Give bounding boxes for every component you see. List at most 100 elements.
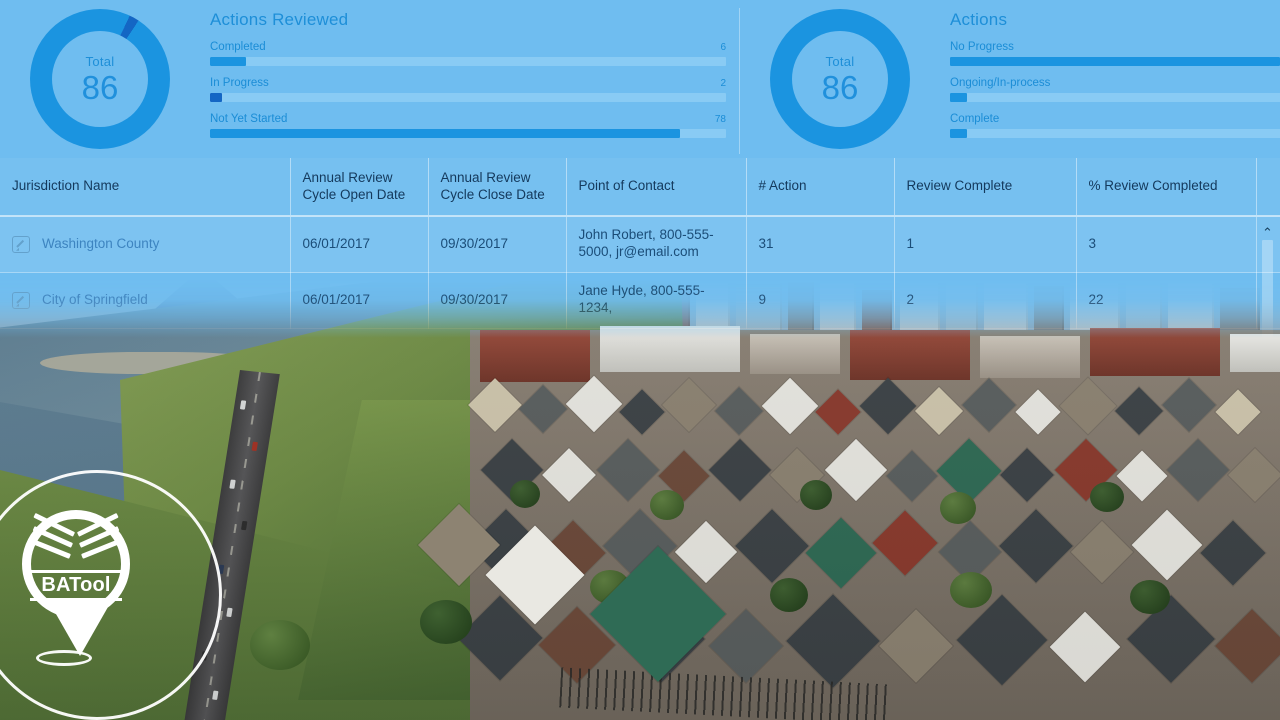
bar-head: Completed 6 [210, 41, 726, 53]
donut-total-label: Total [85, 54, 115, 69]
bar-head: Not Yet Started 78 [210, 113, 726, 125]
donut-total-label: Total [825, 54, 855, 69]
photo-roof [1131, 509, 1203, 581]
photo-tree [940, 492, 976, 524]
photo-roof [1070, 520, 1134, 584]
map-pin-tail [48, 600, 112, 656]
column-header-review-complete[interactable]: Review Complete [894, 158, 1077, 217]
cell-pct-completed: 3 [1076, 216, 1257, 273]
photo-roof [936, 438, 1002, 504]
photo-tree [1130, 580, 1170, 614]
kpi-body: Actions Reviewed Completed 6 In Progress [200, 0, 740, 149]
jurisdiction-table: Jurisdiction Name Annual Review Cycle Op… [0, 158, 1280, 329]
donut-chart-actions: Total 86 [740, 0, 940, 158]
table-header-row: Jurisdiction Name Annual Review Cycle Op… [0, 158, 1280, 217]
photo-roof [886, 450, 938, 502]
photo-roof [1215, 609, 1280, 683]
bar-label: Ongoing/In-process [950, 77, 1051, 89]
photo-roof [518, 384, 568, 434]
bar-value: 2 [720, 78, 726, 89]
logo-pin-base [36, 650, 92, 666]
bar-row-not-yet-started: Not Yet Started 78 [210, 113, 726, 138]
table-row[interactable]: City of Springfield 06/01/2017 09/30/201… [0, 272, 1280, 329]
scroll-up-arrow-icon[interactable]: ⌃ [1261, 226, 1274, 239]
screenshot-root: Total 86 Actions Reviewed Completed 6 In… [0, 0, 1280, 720]
column-header-pct-review-completed[interactable]: % Review Completed [1076, 158, 1257, 217]
bar-head: In Progress 2 [210, 77, 726, 89]
edit-icon[interactable] [12, 291, 30, 309]
photo-car [241, 520, 248, 531]
column-header-spacer [1256, 158, 1280, 217]
bar-fill [950, 129, 967, 138]
jurisdiction-link[interactable]: Washington County [42, 236, 159, 253]
photo-roof [824, 438, 888, 502]
photo-roof [714, 386, 764, 436]
photo-roof [1049, 611, 1121, 683]
bar-track [210, 129, 726, 138]
cell-close-date: 09/30/2017 [428, 272, 567, 329]
cell-jurisdiction-name: City of Springfield [0, 272, 291, 329]
bar-label: Not Yet Started [210, 113, 288, 125]
bar-fill [210, 129, 680, 138]
cell-jurisdiction-name: Washington County [0, 216, 291, 273]
photo-roof [1166, 438, 1230, 502]
photo-roof [709, 609, 783, 683]
column-header-open-date[interactable]: Annual Review Cycle Open Date [290, 158, 429, 217]
kpi-title-actions: Actions [950, 10, 1008, 29]
bar-row-completed: Completed 6 [210, 41, 726, 66]
photo-roof [914, 386, 964, 436]
photo-building [980, 336, 1080, 378]
bar-fill [210, 57, 247, 66]
bar-value: 6 [720, 42, 726, 53]
jurisdiction-link[interactable]: City of Springfield [42, 292, 148, 309]
column-header-close-date[interactable]: Annual Review Cycle Close Date [428, 158, 567, 217]
photo-roof [859, 377, 917, 435]
photo-roof [879, 609, 953, 683]
photo-roof [999, 509, 1073, 583]
photo-roof [761, 377, 819, 435]
cell-point-of-contact: John Robert, 800-555-5000, jr@email.com [566, 216, 747, 273]
cell-review-complete: 2 [894, 272, 1077, 329]
logo-rule-bottom [30, 598, 122, 601]
photo-tree [770, 578, 808, 612]
bar-row-no-progress: No Progress [950, 41, 1280, 66]
column-header-point-of-contact[interactable]: Point of Contact [566, 158, 747, 217]
photo-tree [1090, 482, 1124, 512]
bar-fill [210, 93, 222, 102]
bar-value: 78 [714, 114, 726, 125]
photo-car [229, 479, 236, 489]
photo-roof [1116, 450, 1168, 502]
photo-roof [708, 438, 772, 502]
kpi-strip: Total 86 Actions Reviewed Completed 6 In… [0, 0, 1280, 158]
cell-num-action: 9 [746, 272, 895, 329]
photo-roof [468, 378, 522, 432]
cell-review-complete: 1 [894, 216, 1077, 273]
photo-tree [250, 620, 310, 670]
batool-logo: BATool [0, 470, 222, 720]
bar-label: Completed [210, 41, 266, 53]
jurisdiction-table-area: Jurisdiction Name Annual Review Cycle Op… [0, 158, 1280, 380]
photo-tree [950, 572, 992, 608]
photo-roof [565, 375, 623, 433]
cell-close-date: 09/30/2017 [428, 216, 567, 273]
donut-center: Total 86 [52, 31, 148, 127]
photo-roof [1114, 386, 1164, 436]
dashboard-overlay: Total 86 Actions Reviewed Completed 6 In… [0, 0, 1280, 380]
column-header-jurisdiction-name[interactable]: Jurisdiction Name [0, 158, 291, 217]
photo-roof [1200, 520, 1266, 586]
photo-roof [1015, 389, 1061, 435]
edit-icon[interactable] [12, 235, 30, 253]
photo-roof [662, 378, 716, 432]
bar-track [210, 57, 726, 66]
bar-label: In Progress [210, 77, 269, 89]
donut-total-value: 86 [821, 69, 859, 106]
bar-label: Complete [950, 113, 1000, 125]
donut-total-value: 86 [81, 69, 119, 106]
column-header-num-action[interactable]: # Action [746, 158, 895, 217]
cell-open-date: 06/01/2017 [290, 272, 429, 329]
bar-fill [950, 93, 967, 102]
kpi-card-actions-reviewed: Total 86 Actions Reviewed Completed 6 In… [0, 0, 740, 158]
photo-roof [596, 438, 660, 502]
photo-roof [815, 389, 861, 435]
table-row[interactable]: Washington County 06/01/2017 09/30/2017 … [0, 216, 1280, 273]
